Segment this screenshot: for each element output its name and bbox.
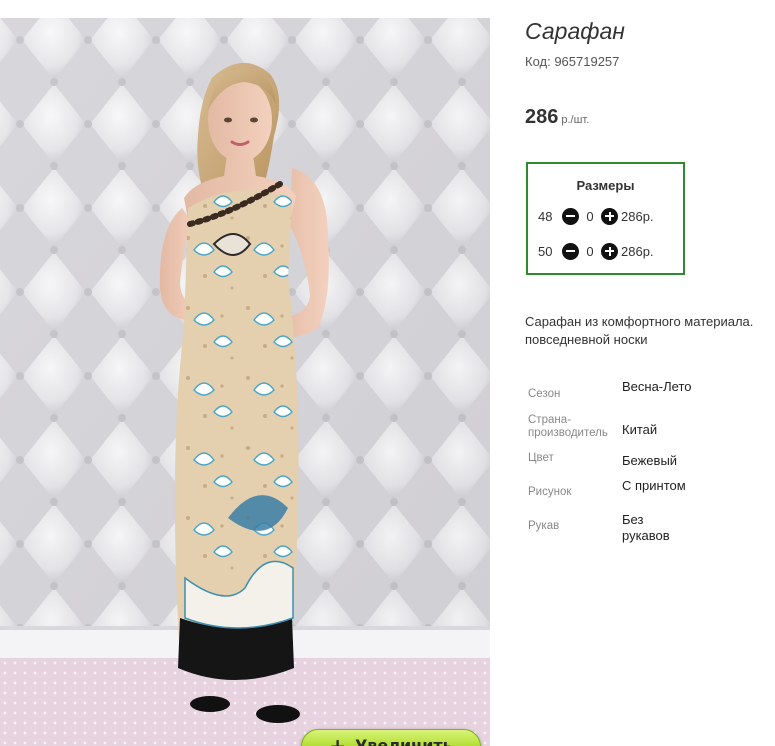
spec-value: С принтом [622,478,686,493]
quantity-input[interactable] [579,242,601,260]
zoom-button[interactable]: + Увеличить [301,729,481,746]
spec-row: Сезон Весна-Лето [525,376,692,412]
spec-row: Страна-производитель Китай [525,412,692,448]
plus-icon[interactable] [601,242,618,260]
minus-icon[interactable] [562,242,579,260]
plus-icon[interactable] [601,207,618,225]
spec-value: Без рукавов [622,512,670,543]
product-image [0,18,490,746]
spec-key: Сезон [528,388,561,400]
spec-value: Весна-Лето [622,379,692,394]
sizes-selector: Размеры 48 286р. 50 286р. [526,162,685,275]
product-photo[interactable]: + Увеличить [0,18,490,746]
price-unit: р./шт. [561,114,590,126]
product-code: Код: 965719257 [525,54,620,69]
size-label: 48 [538,208,553,224]
spec-row: Рисунок С принтом [525,474,692,510]
spec-row: Рукав Без рукавов [525,510,692,546]
spec-key: Страна-производитель [528,414,608,439]
spec-value: Бежевый [622,453,678,468]
size-price: 286р. [621,243,654,259]
spec-key: Рукав [528,520,560,532]
zoom-button-label: Увеличить [354,736,453,746]
description-line: Сарафан из комфортного материала. [525,314,754,329]
product-description: Сарафан из комфортного материала. повсед… [525,313,775,349]
quantity-input[interactable] [579,207,601,225]
spec-key: Рисунок [528,486,572,498]
size-row: 50 286р. [538,242,654,260]
spec-row: Цвет Бежевый [525,448,692,474]
spec-key: Цвет [528,452,554,464]
sizes-title: Размеры [576,178,635,193]
product-price: 286 р./шт. [525,106,589,129]
spec-value: Китай [622,422,658,437]
specs-table: Сезон Весна-Лето Страна-производитель Ки… [525,376,692,546]
price-value: 286 [525,106,559,128]
minus-icon[interactable] [562,207,579,225]
description-line: повседневной носки [525,332,648,347]
size-label: 50 [538,243,553,259]
product-title: Сарафан [525,18,625,44]
size-price: 286р. [621,208,654,224]
size-row: 48 286р. [538,207,654,225]
plus-icon: + [329,733,346,746]
